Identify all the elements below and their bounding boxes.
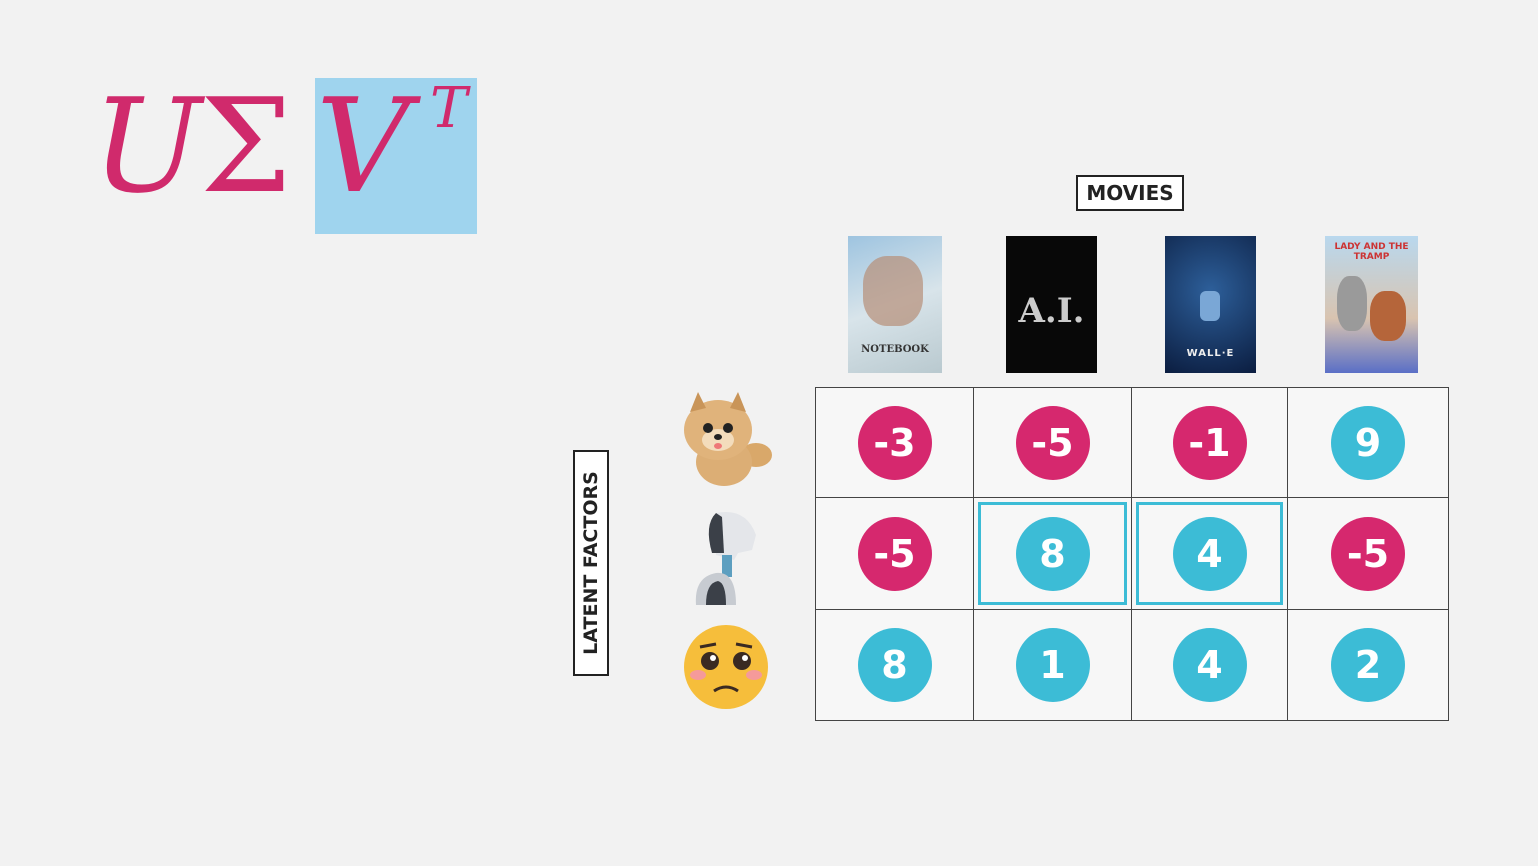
value-badge: 1	[1015, 628, 1090, 702]
formula-u: U	[92, 70, 202, 222]
matrix-cell: -1	[1132, 388, 1288, 498]
value-badge: 4	[1172, 516, 1247, 591]
formula-transpose: T	[430, 76, 468, 141]
matrix-cell: -5	[974, 388, 1132, 498]
ai-poster: A.I.	[1006, 236, 1097, 373]
factor-matrix: -3 -5 -1 9 -5 8 4 -5 8 1 4 2	[815, 387, 1449, 721]
value-badge: 9	[1331, 405, 1405, 480]
notebook-poster: NOTEBOOK	[848, 236, 942, 373]
value-badge: 2	[1331, 628, 1405, 702]
matrix-cell: 4	[1132, 498, 1288, 610]
value-badge: -5	[857, 516, 932, 591]
matrix-cell: 4	[1132, 610, 1288, 720]
value-badge: -5	[1331, 516, 1405, 591]
dog-icon	[684, 392, 772, 486]
value-badge: 8	[1015, 516, 1090, 591]
movies-label: MOVIES	[1076, 175, 1184, 211]
walle-poster: WALL·E	[1165, 236, 1256, 373]
matrix-cell: -5	[816, 498, 974, 610]
value-badge: -3	[857, 405, 932, 480]
matrix-cell: 8	[816, 610, 974, 720]
formula-sigma: Σ	[200, 70, 292, 222]
lady-tramp-poster: LADY AND THE TRAMP	[1325, 236, 1418, 373]
value-badge: -1	[1172, 405, 1247, 480]
formula-v: V	[316, 70, 410, 222]
matrix-cell: 1	[974, 610, 1132, 720]
matrix-cell: 9	[1288, 388, 1448, 498]
matrix-cell: 2	[1288, 610, 1448, 720]
robot-icon	[695, 511, 756, 605]
matrix-cell: 8	[974, 498, 1132, 610]
matrix-cell: -5	[1288, 498, 1448, 610]
latent-factors-label: LATENT FACTORS	[573, 450, 609, 676]
value-badge: -5	[1015, 405, 1090, 480]
value-badge: 8	[857, 628, 932, 702]
sad-face-icon	[684, 625, 768, 709]
value-badge: 4	[1172, 628, 1247, 702]
matrix-cell: -3	[816, 388, 974, 498]
